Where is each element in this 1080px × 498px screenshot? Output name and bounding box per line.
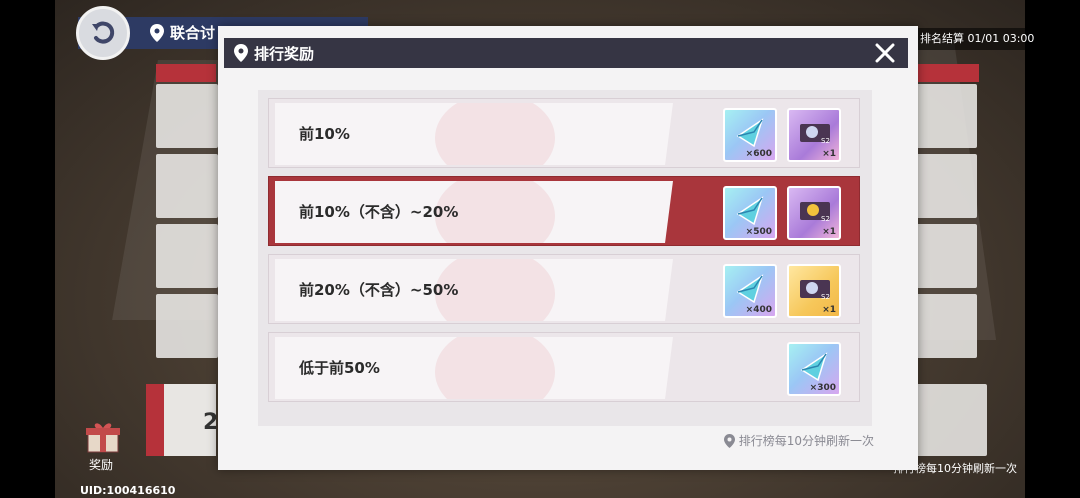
s2-ticket-icon: S2 — [800, 124, 830, 145]
location-pin-icon — [150, 23, 164, 42]
item-quantity: ×1 — [822, 227, 836, 237]
blue-crystal-icon — [736, 274, 764, 304]
reward-item[interactable]: S2 ×1 — [787, 186, 841, 240]
reward-tier-label: 前10%（不含）~20% — [299, 203, 459, 221]
reward-item[interactable]: ×400 — [723, 264, 777, 318]
reward-row-current: 前10%（不含）~20% ×500 S2 ×1 — [268, 176, 860, 246]
reward-item[interactable]: ×600 — [723, 108, 777, 162]
reward-item[interactable]: ×300 — [787, 342, 841, 396]
watermark-emblem — [435, 103, 555, 165]
bg-rank-card — [915, 84, 977, 148]
bg-rank-card — [915, 294, 977, 358]
blue-crystal-icon — [736, 118, 764, 148]
item-quantity: ×400 — [745, 305, 772, 315]
item-quantity: ×600 — [745, 149, 772, 159]
reward-item[interactable]: S2 ×1 — [787, 264, 841, 318]
close-button[interactable] — [872, 40, 898, 66]
gift-label: 奖励 — [89, 458, 114, 472]
uid-text: UID:100416610 — [80, 484, 176, 497]
blue-crystal-icon — [736, 196, 764, 226]
close-icon — [875, 43, 895, 63]
item-quantity: ×300 — [809, 383, 836, 393]
gift-icon — [86, 423, 120, 453]
svg-text:S2: S2 — [821, 137, 830, 145]
reward-tier-label: 前20%（不含）~50% — [299, 281, 459, 299]
reward-tier-label: 低于前50% — [299, 359, 380, 377]
location-pin-icon — [723, 433, 735, 448]
bg-rank-card — [915, 384, 987, 456]
reward-list: 前10% ×600 S2 ×1 前10%（不含）~20% ×500 S2 ×1 — [258, 90, 872, 426]
gold-ticket-icon: S2 — [800, 202, 830, 223]
rank-settle-time: 排名结算 01/01 03:00 — [912, 28, 1043, 50]
bg-rank-card — [156, 294, 218, 358]
refresh-footnote: 排行榜每10分钟刷新一次 — [723, 432, 874, 449]
bg-rank-card — [156, 84, 218, 148]
bg-rank-card — [915, 224, 977, 288]
gift-button[interactable] — [84, 420, 122, 454]
item-quantity: ×500 — [745, 227, 772, 237]
reward-row: 前10% ×600 S2 ×1 — [268, 98, 860, 168]
watermark-emblem — [435, 337, 555, 399]
bg-column-header — [156, 64, 216, 82]
footnote-text: 排行榜每10分钟刷新一次 — [738, 434, 874, 448]
modal-header: 排行奖励 — [224, 38, 908, 68]
location-pin-icon — [234, 44, 248, 62]
letterbox-right — [1025, 0, 1080, 498]
back-button[interactable] — [76, 6, 130, 60]
bg-column-header — [915, 64, 979, 82]
rank-reward-modal: 排行奖励 前10% ×600 S2 ×1 前10%（不含）~20% ×500 S… — [218, 26, 918, 470]
reward-item[interactable]: ×500 — [723, 186, 777, 240]
bg-location-title: 联合讨 — [150, 22, 215, 43]
reward-row: 前20%（不含）~50% ×400 S2 ×1 — [268, 254, 860, 324]
bg-rank-card — [915, 154, 977, 218]
svg-text:S2: S2 — [821, 215, 830, 223]
svg-text:S2: S2 — [821, 293, 830, 301]
blue-crystal-icon — [800, 352, 828, 382]
letterbox-left — [0, 0, 55, 498]
item-quantity: ×1 — [822, 305, 836, 315]
reward-item[interactable]: S2 ×1 — [787, 108, 841, 162]
bg-my-rank-number: 2 — [203, 410, 219, 435]
location-title-text: 联合讨 — [170, 24, 216, 42]
bg-rank-card — [156, 154, 218, 218]
reward-row: 低于前50% ×300 — [268, 332, 860, 402]
back-arrow-icon — [92, 21, 115, 44]
reward-tier-label: 前10% — [299, 125, 350, 143]
s2-ticket-icon: S2 — [800, 280, 830, 301]
item-quantity: ×1 — [822, 149, 836, 159]
bg-my-rank-accent — [146, 384, 164, 456]
bg-rank-card — [156, 224, 218, 288]
modal-title: 排行奖励 — [254, 44, 315, 63]
